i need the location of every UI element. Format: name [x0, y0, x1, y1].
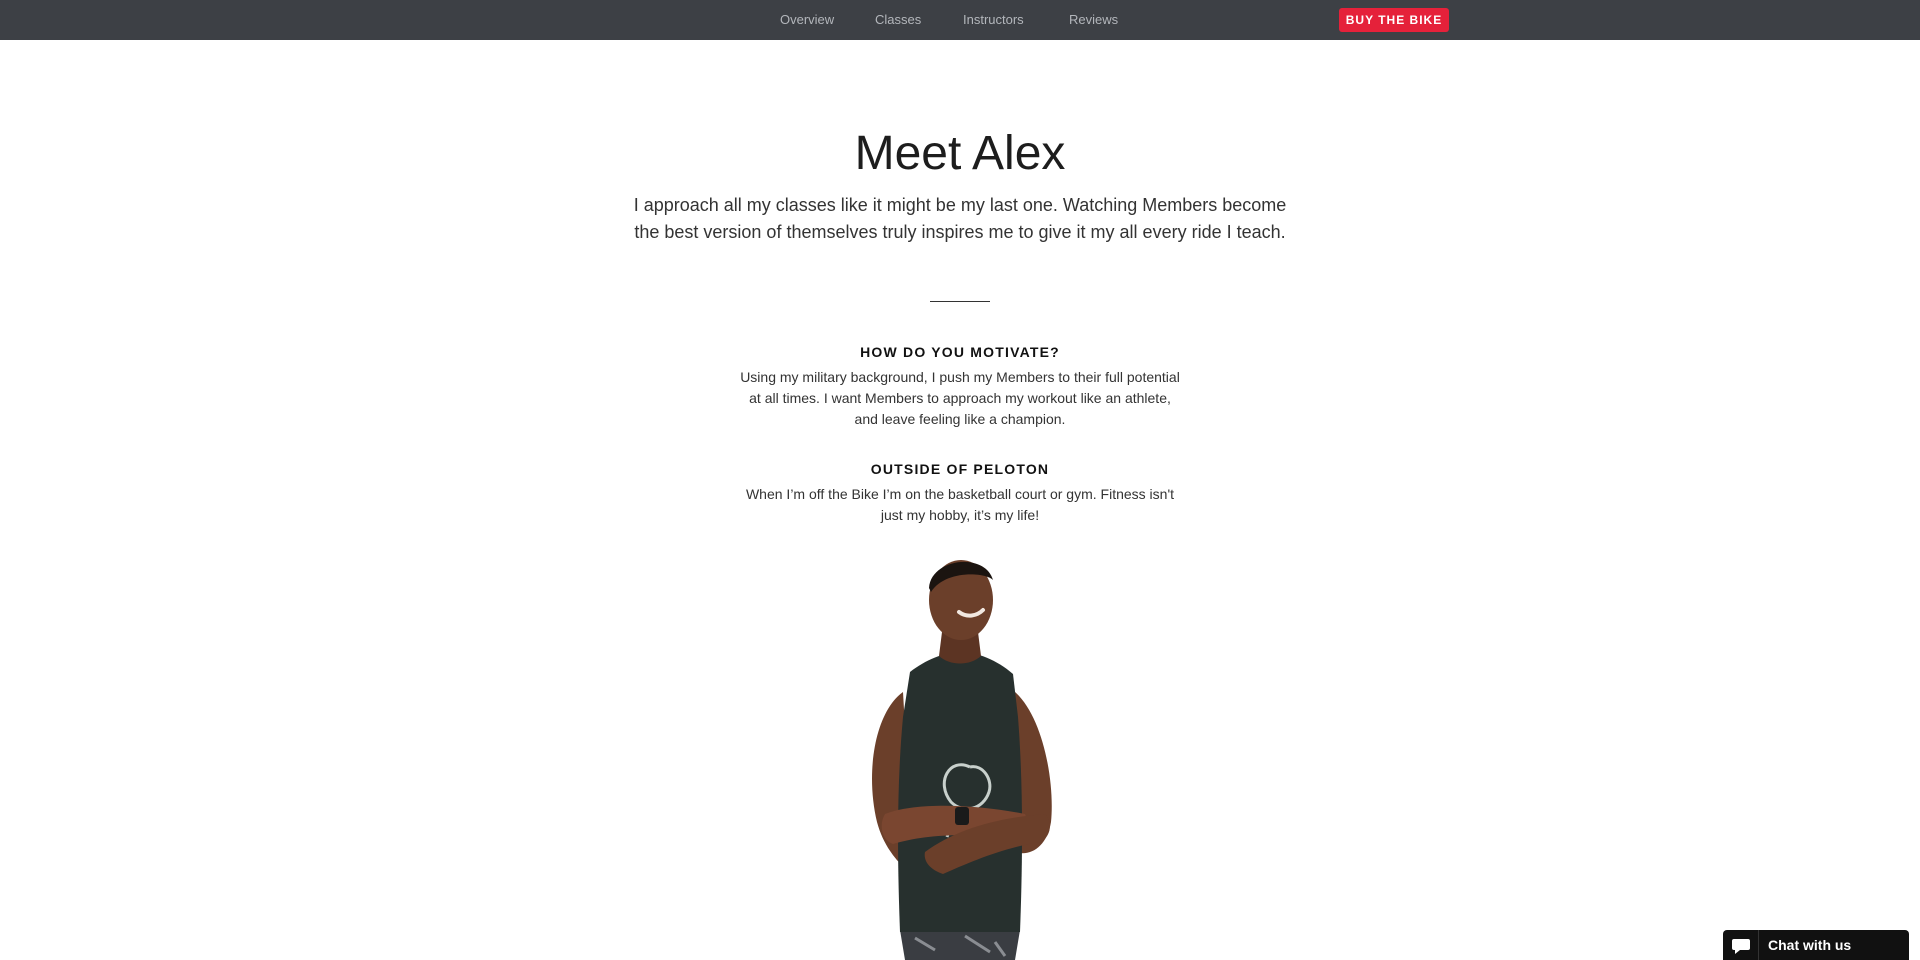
chat-label: Chat with us	[1768, 937, 1852, 953]
section-heading-outside: OUTSIDE OF PELOTON	[870, 461, 1050, 477]
nav-link-instructors[interactable]: Instructors	[963, 0, 1024, 40]
section-body-motivate: Using my military background, I push my …	[740, 369, 1180, 427]
section-body-outside: When I’m off the Bike I’m on the basketb…	[745, 486, 1175, 523]
speech-bubble-icon	[1723, 930, 1759, 960]
buy-the-bike-button[interactable]: BUY THE BIKE	[1339, 8, 1449, 32]
intro-quote: I approach all my classes like it might …	[633, 195, 1287, 242]
instructor-photo	[872, 560, 1052, 960]
chat-with-us-button[interactable]: Chat with us	[1723, 930, 1909, 960]
section-heading-motivate: HOW DO YOU MOTIVATE?	[860, 344, 1060, 360]
nav-link-classes[interactable]: Classes	[875, 0, 921, 40]
divider	[930, 301, 990, 302]
top-navigation: Overview Classes Instructors Reviews BUY…	[0, 0, 1920, 40]
nav-link-reviews[interactable]: Reviews	[1069, 0, 1118, 40]
page-title: Meet Alex	[854, 127, 1066, 180]
nav-link-overview[interactable]: Overview	[780, 0, 834, 40]
